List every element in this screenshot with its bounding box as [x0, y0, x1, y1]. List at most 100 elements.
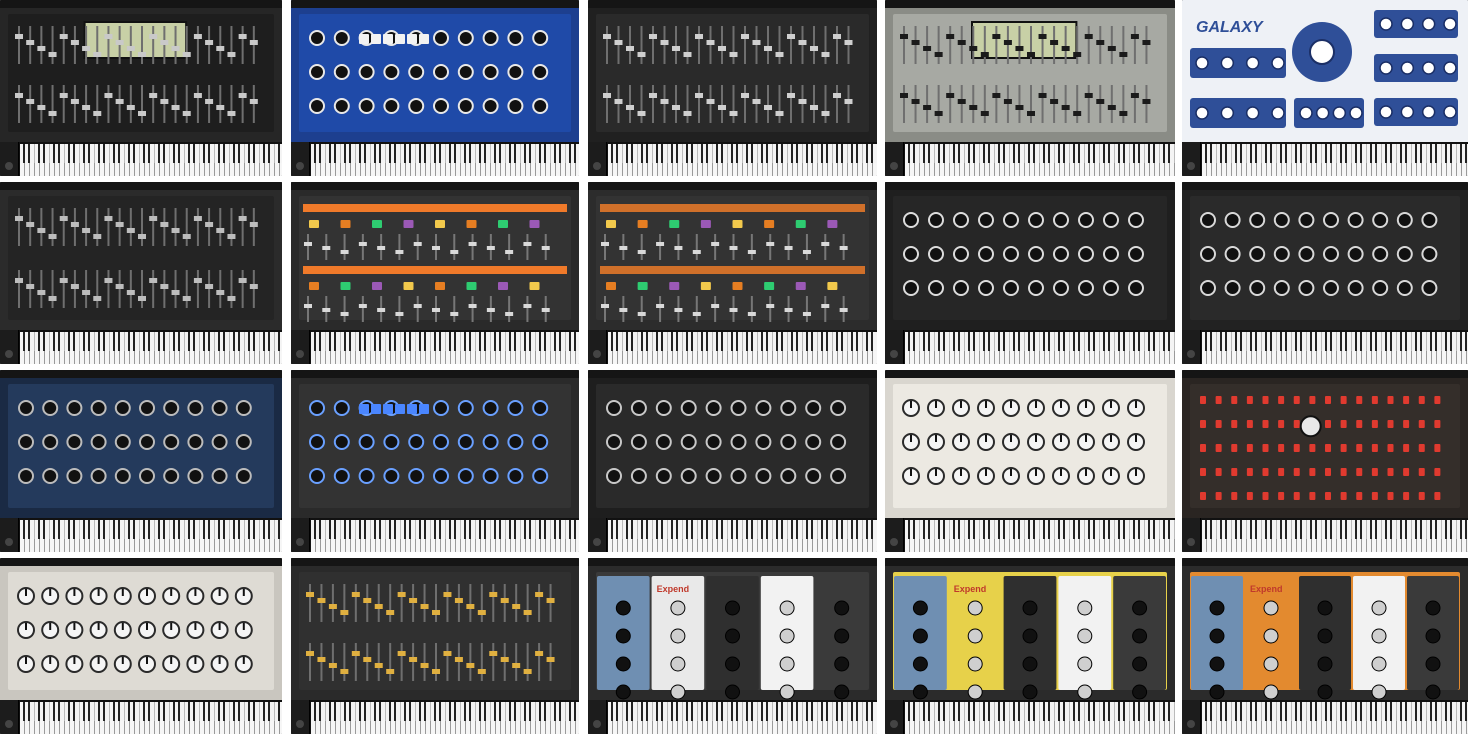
knob[interactable] — [1249, 246, 1266, 262]
slider-cap[interactable] — [48, 296, 57, 301]
slider-cap[interactable] — [787, 34, 795, 39]
slider-cap[interactable] — [115, 284, 124, 289]
synth-panel-graphic[interactable]: Expend — [1182, 558, 1468, 700]
slider-cap[interactable] — [249, 40, 258, 45]
slider-cap[interactable] — [946, 34, 955, 39]
button[interactable] — [637, 282, 648, 290]
slider-cap[interactable] — [500, 598, 509, 603]
synth-panel-graphic[interactable] — [0, 370, 282, 518]
knob[interactable] — [805, 434, 822, 450]
switch[interactable] — [1309, 492, 1316, 500]
knob[interactable] — [383, 434, 400, 450]
piano-keyboard[interactable] — [588, 700, 877, 734]
keyboard-controls[interactable] — [0, 700, 19, 734]
knob[interactable] — [779, 656, 795, 672]
synth-tile[interactable] — [885, 370, 1175, 552]
slider-cap[interactable] — [992, 34, 1001, 39]
knob[interactable] — [953, 280, 969, 296]
switch[interactable] — [1371, 420, 1378, 428]
piano-keyboard[interactable] — [885, 330, 1175, 364]
knob[interactable] — [967, 628, 983, 644]
slider-cap[interactable] — [923, 46, 932, 51]
knob[interactable] — [1323, 212, 1339, 228]
slider-cap[interactable] — [1119, 52, 1128, 57]
slider-cap[interactable] — [672, 105, 680, 110]
piano-keyboard[interactable] — [885, 700, 1175, 734]
knob[interactable] — [139, 400, 155, 416]
button[interactable] — [669, 220, 680, 228]
slider-cap[interactable] — [205, 222, 214, 227]
piano-keyboard[interactable] — [1182, 330, 1468, 364]
slider-cap[interactable] — [115, 222, 124, 227]
switch[interactable] — [1371, 468, 1378, 476]
keyboard-controls[interactable] — [291, 142, 310, 176]
knob[interactable] — [1245, 106, 1260, 120]
button[interactable] — [403, 220, 414, 228]
knob[interactable] — [42, 468, 59, 484]
knob[interactable] — [1209, 600, 1225, 616]
slider-cap[interactable] — [26, 222, 35, 227]
slider-cap[interactable] — [798, 40, 807, 45]
slider-cap[interactable] — [683, 52, 692, 57]
knob[interactable] — [1421, 246, 1438, 262]
switch[interactable] — [1356, 444, 1363, 452]
slider-cap[interactable] — [322, 308, 331, 312]
slider-cap[interactable] — [784, 308, 793, 312]
slider-cap[interactable] — [523, 242, 532, 246]
keyboard-controls[interactable] — [291, 330, 310, 364]
slider-cap[interactable] — [821, 52, 830, 57]
knob[interactable] — [779, 600, 795, 616]
knob[interactable] — [978, 212, 994, 228]
switch[interactable] — [1387, 492, 1394, 500]
knob[interactable] — [725, 628, 740, 644]
switch[interactable] — [1309, 444, 1316, 452]
switch[interactable] — [1262, 396, 1269, 404]
knob[interactable] — [358, 98, 375, 114]
knob[interactable] — [1425, 684, 1441, 700]
knob[interactable] — [903, 280, 919, 296]
knob[interactable] — [1220, 106, 1235, 120]
knob[interactable] — [1347, 212, 1364, 228]
slider-cap[interactable] — [695, 93, 703, 98]
slider-cap[interactable] — [752, 40, 761, 45]
slider-cap[interactable] — [160, 40, 169, 45]
knob[interactable] — [66, 434, 83, 450]
slider-cap[interactable] — [821, 304, 830, 308]
slider-cap[interactable] — [420, 604, 429, 609]
knob[interactable] — [1078, 246, 1094, 262]
knob[interactable] — [630, 400, 647, 416]
slider-cap[interactable] — [900, 93, 908, 98]
switch[interactable] — [1200, 468, 1206, 476]
knob[interactable] — [1421, 280, 1438, 296]
switch[interactable] — [1246, 444, 1253, 452]
slider-cap[interactable] — [238, 93, 247, 98]
knob[interactable] — [1273, 246, 1290, 262]
synth-tile[interactable] — [1182, 370, 1468, 552]
slider-cap[interactable] — [672, 46, 680, 51]
slider-cap[interactable] — [923, 105, 932, 110]
synth-control-panel[interactable]: GALAXY — [1182, 0, 1468, 142]
slider-cap[interactable] — [934, 52, 943, 57]
slider-cap[interactable] — [692, 250, 701, 254]
knob[interactable] — [211, 468, 228, 484]
slider-cap[interactable] — [512, 663, 521, 668]
synth-control-panel[interactable] — [1182, 182, 1468, 330]
knob[interactable] — [1132, 684, 1148, 700]
synth-tile[interactable] — [1182, 182, 1468, 364]
slider-cap[interactable] — [322, 246, 331, 250]
button[interactable] — [795, 220, 806, 228]
slider-cap[interactable] — [182, 234, 191, 239]
synth-panel-graphic[interactable] — [588, 370, 877, 518]
slider-cap[interactable] — [82, 290, 91, 295]
slider-cap[interactable] — [706, 40, 715, 45]
knob[interactable] — [383, 468, 400, 484]
slider-cap[interactable] — [1038, 93, 1047, 98]
knob[interactable] — [1053, 246, 1069, 262]
switch[interactable] — [1403, 396, 1410, 404]
slider-cap[interactable] — [227, 234, 236, 239]
slider-cap[interactable] — [626, 105, 634, 110]
slider-cap[interactable] — [304, 304, 312, 308]
knob[interactable] — [1200, 212, 1216, 228]
knob[interactable] — [408, 434, 425, 450]
slider-cap[interactable] — [505, 250, 514, 254]
